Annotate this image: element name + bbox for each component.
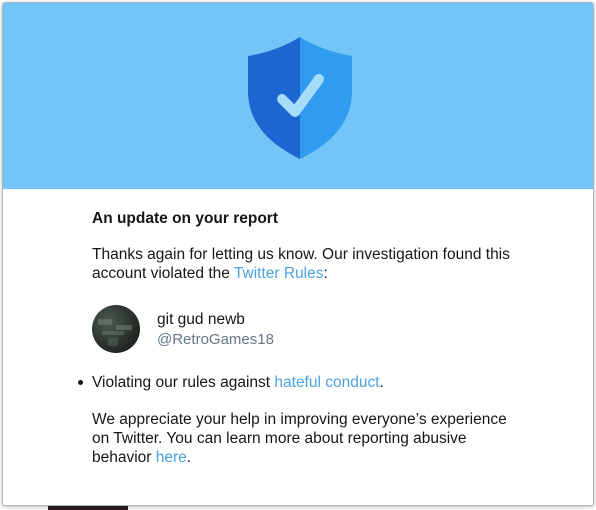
closing-suffix: . (186, 449, 192, 466)
report-update-dialog: An update on your report Thanks again fo… (2, 2, 594, 506)
closing-paragraph: We appreciate your help in improving eve… (92, 410, 522, 467)
hero-banner (3, 3, 593, 189)
closing-text: We appreciate your help in improving eve… (92, 411, 507, 466)
reported-account: git gud newb @RetroGames18 (92, 305, 522, 353)
intro-suffix: : (323, 265, 328, 282)
account-name: git gud newb (157, 311, 245, 328)
dialog-title: An update on your report (92, 210, 278, 227)
intro-paragraph: Thanks again for letting us know. Our in… (92, 245, 522, 283)
avatar (92, 305, 140, 353)
hateful-conduct-link[interactable]: hateful conduct (274, 374, 379, 391)
learn-more-link[interactable]: here (156, 449, 187, 466)
violation-text: Violating our rules against (92, 374, 275, 391)
dialog-content: An update on your report Thanks again fo… (78, 209, 522, 467)
twitter-rules-link[interactable]: Twitter Rules (234, 265, 324, 282)
shield-check-icon (248, 37, 352, 159)
bullet-icon (78, 380, 83, 385)
violation-list: Violating our rules against hateful cond… (78, 373, 522, 392)
list-item: Violating our rules against hateful cond… (78, 373, 522, 392)
account-handle: @RetroGames18 (157, 331, 274, 348)
violation-suffix: . (379, 374, 384, 391)
